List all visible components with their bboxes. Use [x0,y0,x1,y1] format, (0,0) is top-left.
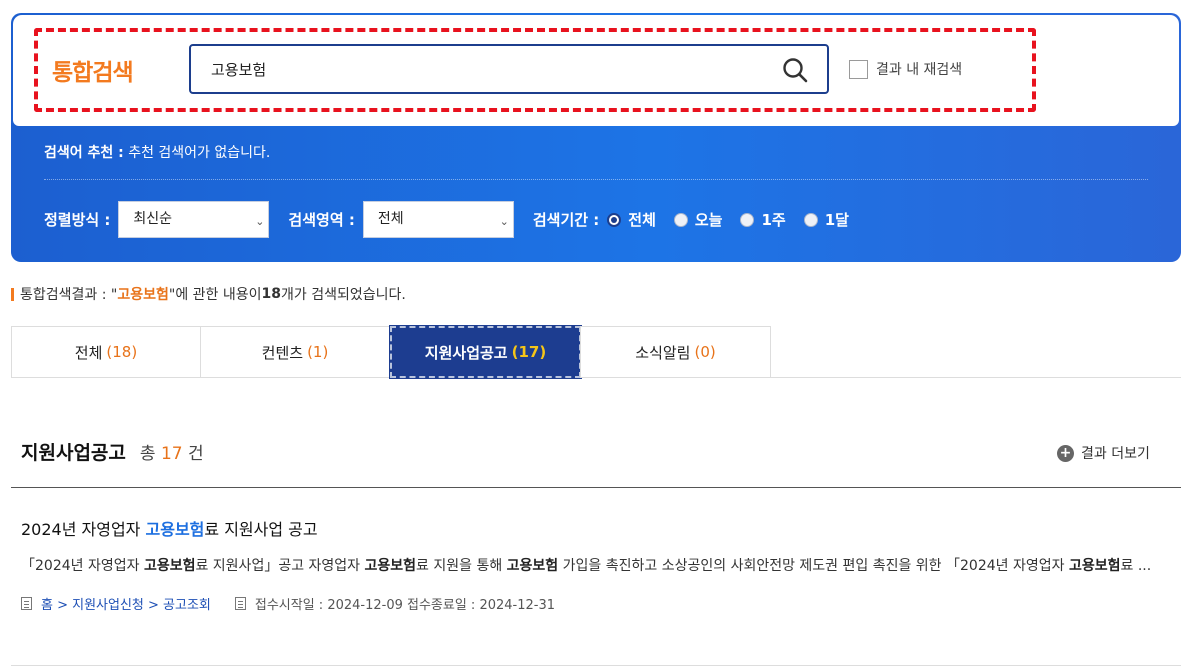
tab-count: (0) [694,343,716,361]
plus-circle-icon: + [1057,444,1074,462]
excerpt-keyword: 고용보험 [364,558,417,574]
sort-value: 최신순 [133,211,173,227]
period-option-label: 1달 [824,211,849,229]
summary-count: 18 [261,286,281,302]
tab-count: (1) [307,343,329,361]
tab-label: 소식알림 [635,343,691,362]
excerpt-segment: 「2024년 자영업자 [21,558,144,574]
area-label: 검색영역 : [288,211,355,229]
post-breadcrumb[interactable]: 홈 > 지원사업신청 > 공고조회 [41,594,211,613]
radio-icon[interactable] [803,212,818,227]
section-total: 총 17 건 [140,439,204,464]
excerpt-segment: 료 지원사업」공고 자영업자 [195,558,365,574]
result-summary: 통합검색결과 : " 고용보험 "에 관한 내용이 18 개가 검색되었습니다. [11,284,406,304]
radio-selected-icon[interactable] [607,212,622,227]
recommend-row: 검색어 추천 : 추천 검색어가 없습니다. [44,142,270,162]
recheck-label: 결과 내 재검색 [876,62,963,78]
page-title: 통합검색 [52,60,134,86]
area-value: 전체 [377,211,404,227]
excerpt-segment: 료 지원을 통해 [416,558,507,574]
period-label: 검색기간 : [532,211,600,229]
area-select[interactable]: 전체 ⌄ [362,201,514,238]
search-panel: 통합검색 결과 내 재검색 검색어 추천 : 추천 검색어가 없습니다. 정렬방… [11,13,1181,262]
period-option-label: 1주 [761,211,786,229]
excerpt-keyword: 고용보험 [143,558,196,574]
calendar-icon [234,597,246,610]
total-prefix: 총 [139,444,156,464]
sort-label: 정렬방식 : [44,211,111,229]
period-option-label: 전체 [628,211,656,229]
more-results-label: 결과 더보기 [1081,446,1150,462]
section-header: 지원사업공고 총 17 건 [21,438,204,465]
summary-middle: "에 관한 내용이 [168,287,262,303]
tab-all[interactable]: 전체 (18) [11,326,201,378]
section-title: 지원사업공고 [21,442,126,464]
period-radio-month[interactable]: 1달 [803,209,849,230]
chevron-down-icon: ⌄ [499,215,509,228]
tab-support-notice[interactable]: 지원사업공고 (17) [390,326,581,378]
tab-label: 지원사업공고 [424,343,508,362]
tab-news[interactable]: 소식알림 (0) [580,326,771,378]
period-radio-all[interactable]: 전체 [607,209,656,230]
post-title-pre: 2024년 자영업자 [21,520,146,539]
period-radio-week[interactable]: 1주 [740,209,786,230]
summary-keyword: 고용보험 [117,287,169,303]
tab-count: (18) [106,343,138,361]
search-input[interactable] [211,58,771,80]
recommend-label: 검색어 추천 : [44,145,124,161]
recheck-checkbox[interactable] [849,59,868,79]
excerpt-segment: 가입을 촉진하고 소상공인의 사회안전망 제도권 편입 촉진을 위한 「2024… [558,558,1069,574]
chevron-down-icon: ⌄ [255,215,265,228]
recheck-option[interactable]: 결과 내 재검색 [849,59,962,79]
panel-divider [44,179,1148,180]
tab-label: 전체 [74,343,103,362]
summary-suffix: 개가 검색되었습니다. [280,287,406,303]
post-title-highlight: 고용보험 [145,520,205,539]
total-count: 17 [160,444,183,464]
summary-prefix: 통합검색결과 : " [20,287,118,303]
search-icon[interactable] [781,56,809,84]
sort-select[interactable]: 최신순 ⌄ [118,201,270,238]
radio-icon[interactable] [673,212,688,227]
post-meta: 홈 > 지원사업신청 > 공고조회 접수시작일 : 2024-12-09 접수종… [21,594,1171,613]
period-radio-group: 전체 오늘 1주 1달 [607,209,867,230]
search-input-box[interactable] [189,44,829,94]
excerpt-keyword: 고용보험 [1068,558,1121,574]
total-suffix: 건 [187,444,204,464]
tab-contents[interactable]: 컨텐츠 (1) [200,326,390,378]
section-divider [11,487,1181,488]
period-option-label: 오늘 [694,211,723,229]
post-dates: 접수시작일 : 2024-12-09 접수종료일 : 2024-12-31 [254,598,555,613]
post-title-post: 료 지원사업 공고 [204,520,318,539]
result-tabs: 전체 (18) 컨텐츠 (1) 지원사업공고 (17) 소식알림 (0) [11,326,1181,378]
document-icon [21,597,32,610]
tab-label: 컨텐츠 [261,343,304,362]
list-item: 2024년 자영업자 고용보험료 지원사업 공고 「2024년 자영업자 고용보… [21,516,1171,613]
summary-marker [11,287,14,301]
excerpt-segment: 료 ... [1120,558,1152,574]
period-radio-today[interactable]: 오늘 [673,209,723,230]
recommend-text: 추천 검색어가 없습니다. [123,145,271,161]
radio-icon[interactable] [740,212,755,227]
filter-row: 정렬방식 : 최신순 ⌄ 검색영역 : 전체 ⌄ 검색기간 : 전체 오늘 1주 [44,201,867,238]
excerpt-keyword: 고용보험 [506,558,559,574]
search-top-area: 통합검색 결과 내 재검색 [13,15,1179,126]
post-title-link[interactable]: 2024년 자영업자 고용보험료 지원사업 공고 [21,516,1171,540]
tab-count: (17) [511,343,547,361]
more-results-button[interactable]: + 결과 더보기 [1057,443,1150,463]
list-divider [11,665,1181,666]
post-excerpt: 「2024년 자영업자 고용보험료 지원사업」공고 자영업자 고용보험료 지원을… [21,554,1171,578]
